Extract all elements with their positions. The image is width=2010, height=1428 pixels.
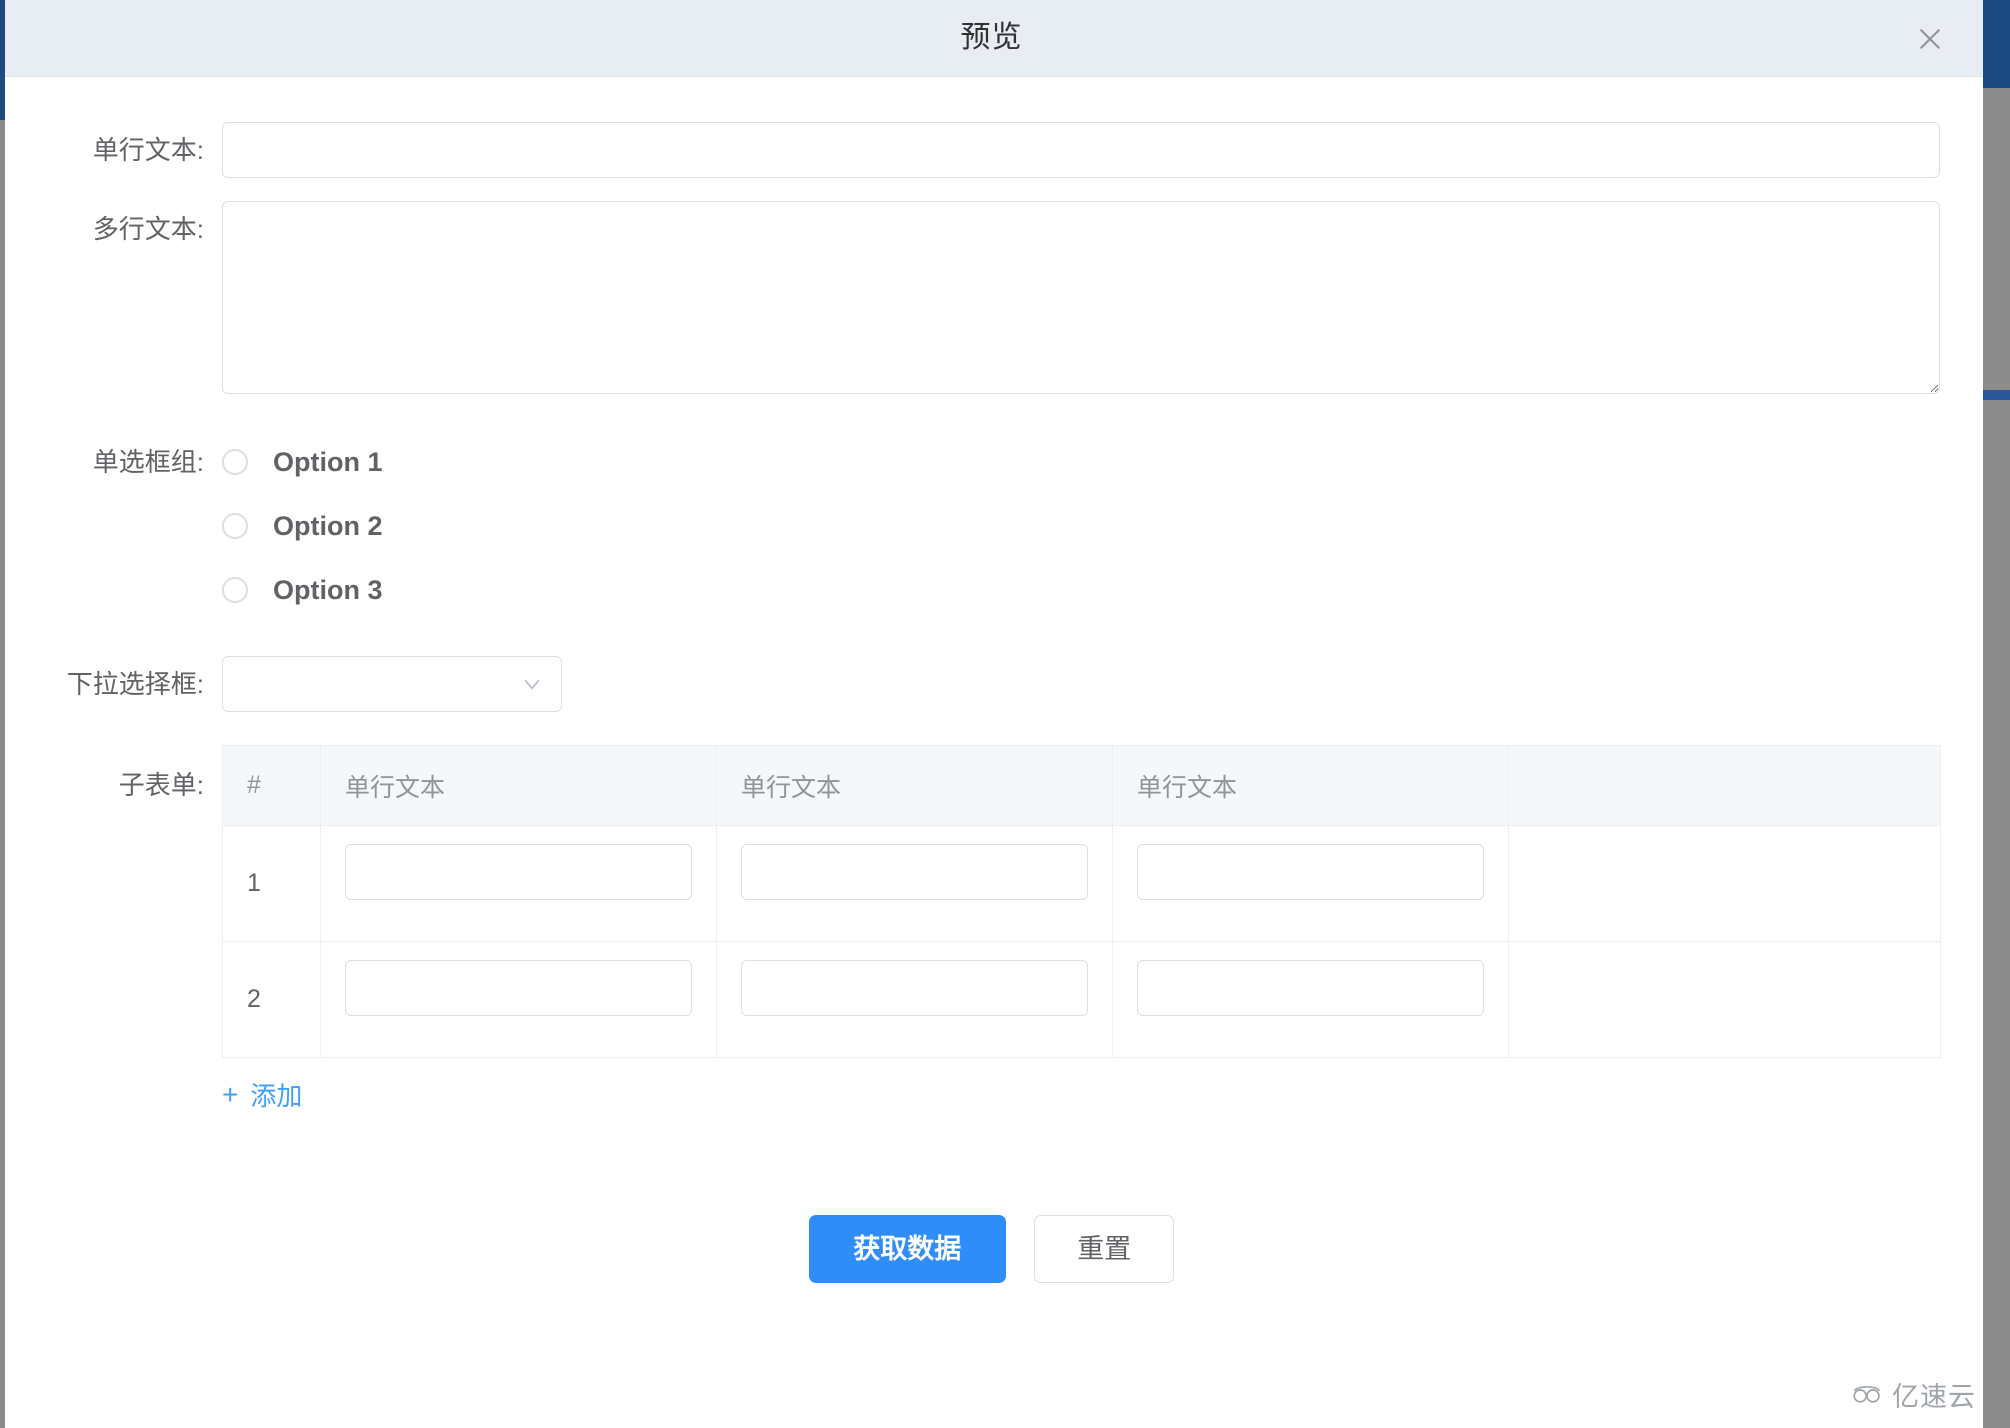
column-header-blank (1508, 745, 1941, 826)
subform-label: 子表单: (118, 770, 204, 800)
table-header-row: # 单行文本 单行文本 单行文本 (222, 745, 1941, 826)
row-2-cell-1 (320, 941, 717, 1058)
radio-circle-icon (222, 449, 248, 475)
form-row-radio-group: 单选框组: Option 1 Option 2 Option 3 (0, 430, 1983, 622)
subform-input-r1c2[interactable] (741, 844, 1088, 900)
reset-button[interactable]: 重置 (1034, 1215, 1175, 1283)
subform-input-r2c3[interactable] (1137, 960, 1484, 1016)
cloud-icon (1850, 1383, 1884, 1407)
row-1-cell-blank (1508, 825, 1941, 942)
subform-table-head: # 单行文本 单行文本 单行文本 (222, 745, 1941, 826)
submit-button[interactable]: 获取数据 (808, 1215, 1006, 1283)
radio-group-label: 单选框组: (92, 447, 204, 477)
radio-option-2[interactable]: Option 2 (222, 494, 1983, 558)
multi-line-text-textarea[interactable] (222, 201, 1940, 394)
radio-circle-icon (222, 513, 248, 539)
radio-option-3[interactable]: Option 3 (222, 558, 1983, 622)
dialog-titlebar: 预览 (0, 0, 1983, 77)
close-button[interactable] (1909, 18, 1951, 60)
preview-form: 单行文本: 多行文本: 单选框组: Option 1 Option 2 Opti… (0, 122, 1983, 1283)
form-row-subform: 子表单: # 单行文本 单行文本 单行文本 1 2 + 添加 (0, 745, 1983, 1113)
row-index-2: 2 (222, 941, 321, 1058)
subform-input-r1c1[interactable] (345, 844, 692, 900)
preview-dialog: 预览 单行文本: 多行文本: 单选框组: Option 1 Option 2 O… (0, 0, 1983, 1428)
watermark: 亿速云 (1850, 1375, 1976, 1414)
watermark-text: 亿速云 (1892, 1382, 1976, 1412)
row-2-cell-3 (1112, 941, 1509, 1058)
radio-option-2-label: Option 2 (273, 510, 383, 541)
radio-option-3-label: Option 3 (273, 574, 383, 605)
row-1-cell-3 (1112, 825, 1509, 942)
table-row: 2 (222, 941, 1941, 1058)
multi-line-text-label: 多行文本: (92, 214, 204, 244)
dialog-left-rail-top (0, 0, 5, 120)
dialog-title: 预览 (960, 21, 1023, 54)
form-row-select: 下拉选择框: (0, 656, 1983, 712)
dialog-footer: 获取数据 重置 (0, 1215, 1983, 1283)
radio-group: Option 1 Option 2 Option 3 (222, 430, 1983, 622)
row-2-cell-2 (716, 941, 1113, 1058)
plus-icon: + (222, 1078, 239, 1110)
column-header-text-1: 单行文本 (320, 745, 717, 826)
select-label: 下拉选择框: (66, 669, 204, 699)
single-line-text-input[interactable] (222, 122, 1940, 178)
add-row-button[interactable]: + 添加 (222, 1076, 302, 1113)
add-row-label: 添加 (250, 1081, 303, 1111)
dropdown-select[interactable] (222, 656, 562, 712)
column-header-text-3: 单行文本 (1112, 745, 1509, 826)
row-1-cell-2 (716, 825, 1113, 942)
subform-input-r2c2[interactable] (741, 960, 1088, 1016)
chevron-down-icon (519, 671, 545, 697)
subform-control: # 单行文本 单行文本 单行文本 1 2 + 添加 (222, 745, 1983, 1113)
dialog-left-rail-bottom (0, 120, 5, 1428)
row-2-cell-blank (1508, 941, 1941, 1058)
form-row-single-line: 单行文本: (0, 122, 1983, 178)
radio-group-control: Option 1 Option 2 Option 3 (222, 430, 1983, 622)
subform-table-body: 1 2 (222, 825, 1941, 1058)
single-line-text-label: 单行文本: (92, 135, 204, 165)
row-1-cell-1 (320, 825, 717, 942)
radio-circle-icon (222, 577, 248, 603)
subform-table-wrap: # 单行文本 单行文本 单行文本 1 2 + 添加 (222, 745, 1941, 1113)
radio-option-1-label: Option 1 (273, 446, 383, 477)
single-line-text-control (222, 122, 1983, 178)
subform-input-r2c1[interactable] (345, 960, 692, 1016)
select-control (222, 656, 1983, 712)
table-row: 1 (222, 825, 1941, 942)
column-header-text-2: 单行文本 (716, 745, 1113, 826)
multi-line-text-control (222, 201, 1983, 394)
column-header-index: # (222, 745, 321, 826)
subform-table: # 单行文本 单行文本 单行文本 1 2 (222, 745, 1941, 1058)
close-icon (1915, 24, 1945, 54)
row-index-1: 1 (222, 825, 321, 942)
subform-input-r1c3[interactable] (1137, 844, 1484, 900)
radio-option-1[interactable]: Option 1 (222, 430, 1983, 494)
form-row-multi-line: 多行文本: (0, 201, 1983, 394)
